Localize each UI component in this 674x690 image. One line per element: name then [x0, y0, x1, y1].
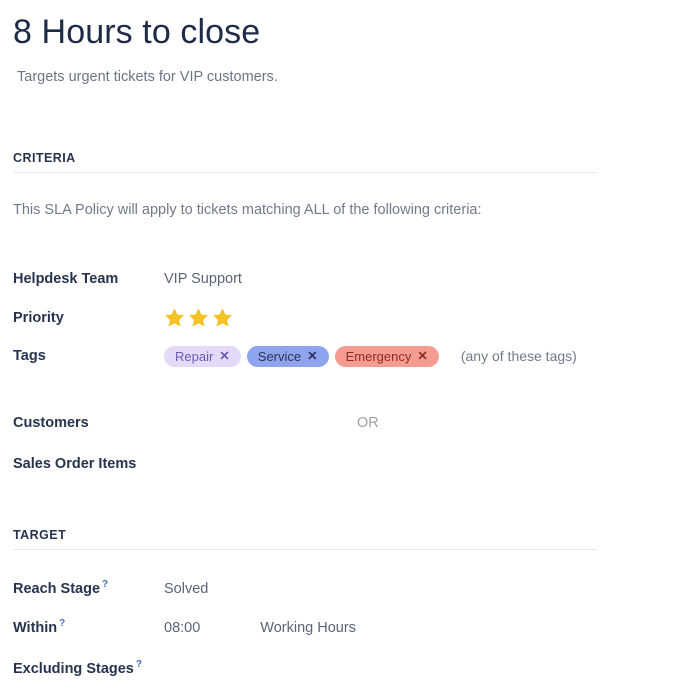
tags-label: Tags: [13, 345, 164, 367]
field-sales-order-items: Sales Order Items: [13, 453, 164, 475]
tag-chip-label: Repair: [175, 346, 213, 367]
help-icon[interactable]: ?: [136, 659, 142, 670]
sales-order-items-label: Sales Order Items: [13, 453, 164, 475]
customers-label: Customers: [13, 412, 164, 434]
excluding-stages-label-text: Excluding Stages: [13, 661, 134, 677]
tag-chip[interactable]: Service ✕: [247, 346, 329, 367]
help-icon[interactable]: ?: [102, 579, 108, 590]
field-within: Within? 08:00 Working Hours: [13, 617, 356, 639]
field-reach-stage: Reach Stage? Solved: [13, 578, 208, 600]
helpdesk-team-label: Helpdesk Team: [13, 268, 164, 290]
criteria-divider: [13, 172, 596, 173]
target-section-header: TARGET: [13, 528, 596, 550]
reach-stage-label-text: Reach Stage: [13, 581, 100, 597]
criteria-description: This SLA Policy will apply to tickets ma…: [13, 200, 482, 220]
criteria-section-header: CRITERIA: [13, 151, 596, 173]
tag-chip-label: Emergency: [346, 346, 412, 367]
within-value[interactable]: 08:00: [164, 617, 200, 639]
within-label: Within?: [13, 617, 164, 639]
tag-list[interactable]: Repair ✕ Service ✕ Emergency ✕: [164, 346, 439, 367]
tag-chip[interactable]: Emergency ✕: [335, 346, 439, 367]
target-section-label: TARGET: [13, 528, 596, 549]
field-customers: Customers: [13, 412, 164, 434]
helpdesk-team-value[interactable]: VIP Support: [164, 268, 242, 290]
star-icon[interactable]: [164, 307, 185, 328]
criteria-section-label: CRITERIA: [13, 151, 596, 172]
field-excluding-stages: Excluding Stages?: [13, 658, 164, 680]
reach-stage-value[interactable]: Solved: [164, 578, 208, 600]
priority-label: Priority: [13, 307, 164, 329]
within-unit: Working Hours: [260, 617, 356, 639]
field-priority: Priority: [13, 307, 233, 329]
help-icon[interactable]: ?: [59, 618, 65, 629]
tag-chip-label: Service: [258, 346, 301, 367]
tag-remove-icon[interactable]: ✕: [307, 350, 317, 363]
priority-stars[interactable]: [164, 307, 233, 328]
field-helpdesk-team: Helpdesk Team VIP Support: [13, 268, 242, 290]
or-connector: OR: [357, 412, 379, 434]
tag-chip[interactable]: Repair ✕: [164, 346, 241, 367]
within-label-text: Within: [13, 620, 57, 636]
tags-hint: (any of these tags): [461, 348, 577, 364]
star-icon[interactable]: [188, 307, 209, 328]
star-icon[interactable]: [212, 307, 233, 328]
page-subtitle: Targets urgent tickets for VIP customers…: [13, 53, 661, 87]
field-tags: Tags Repair ✕ Service ✕ Emergency ✕ (any…: [13, 345, 577, 367]
tag-remove-icon[interactable]: ✕: [219, 350, 229, 363]
page-title: 8 Hours to close: [13, 0, 661, 53]
excluding-stages-label: Excluding Stages?: [13, 658, 164, 680]
target-divider: [13, 549, 596, 550]
tag-remove-icon[interactable]: ✕: [417, 350, 427, 363]
reach-stage-label: Reach Stage?: [13, 578, 164, 600]
sla-policy-form: 8 Hours to close Targets urgent tickets …: [0, 0, 674, 690]
